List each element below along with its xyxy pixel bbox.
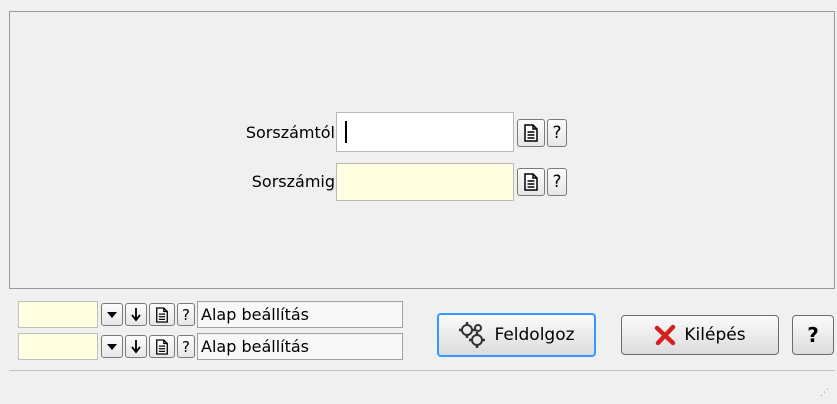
process-button[interactable]: Feldolgoz [437,313,596,357]
to-number-label: Sorszámig [251,172,335,191]
down-arrow-icon [131,339,141,353]
document-icon [524,124,538,142]
document-icon [156,306,168,323]
settings-label: Alap beállítás [197,301,403,328]
dropdown-button[interactable] [101,335,123,358]
settings-label: Alap beállítás [197,333,403,360]
settings-help-button[interactable]: ? [177,335,195,358]
settings-value-field[interactable] [18,301,98,328]
from-number-input[interactable] [336,112,514,152]
settings-value-field[interactable] [18,333,98,360]
gears-icon [459,322,486,348]
document-icon [156,338,168,355]
process-button-label: Feldolgoz [494,325,575,345]
resize-grip-icon[interactable]: ⋰ [820,388,829,398]
document-icon [524,173,538,191]
exit-button-label: Kilépés [684,325,746,345]
down-arrow-icon [131,307,141,321]
to-number-input[interactable] [336,163,514,201]
move-down-button[interactable] [125,335,147,358]
from-help-button[interactable]: ? [547,119,567,147]
question-icon: ? [807,323,819,347]
settings-document-button[interactable] [149,335,175,358]
text-cursor [345,121,347,143]
dropdown-button[interactable] [101,303,123,326]
settings-help-button[interactable]: ? [177,303,195,326]
from-document-button[interactable] [517,119,545,147]
dropdown-arrow-icon [107,311,117,318]
dropdown-arrow-icon [107,343,117,350]
move-down-button[interactable] [125,303,147,326]
main-panel: Sorszámtól ? Sorszámig ? [9,11,835,289]
red-x-icon [655,324,676,346]
exit-button[interactable]: Kilépés [621,315,779,355]
help-button[interactable]: ? [792,315,834,355]
settings-document-button[interactable] [149,303,175,326]
to-help-button[interactable]: ? [547,168,567,196]
to-document-button[interactable] [517,168,545,196]
status-bar: ⋰ [9,370,835,404]
from-number-label: Sorszámtól [245,123,335,142]
